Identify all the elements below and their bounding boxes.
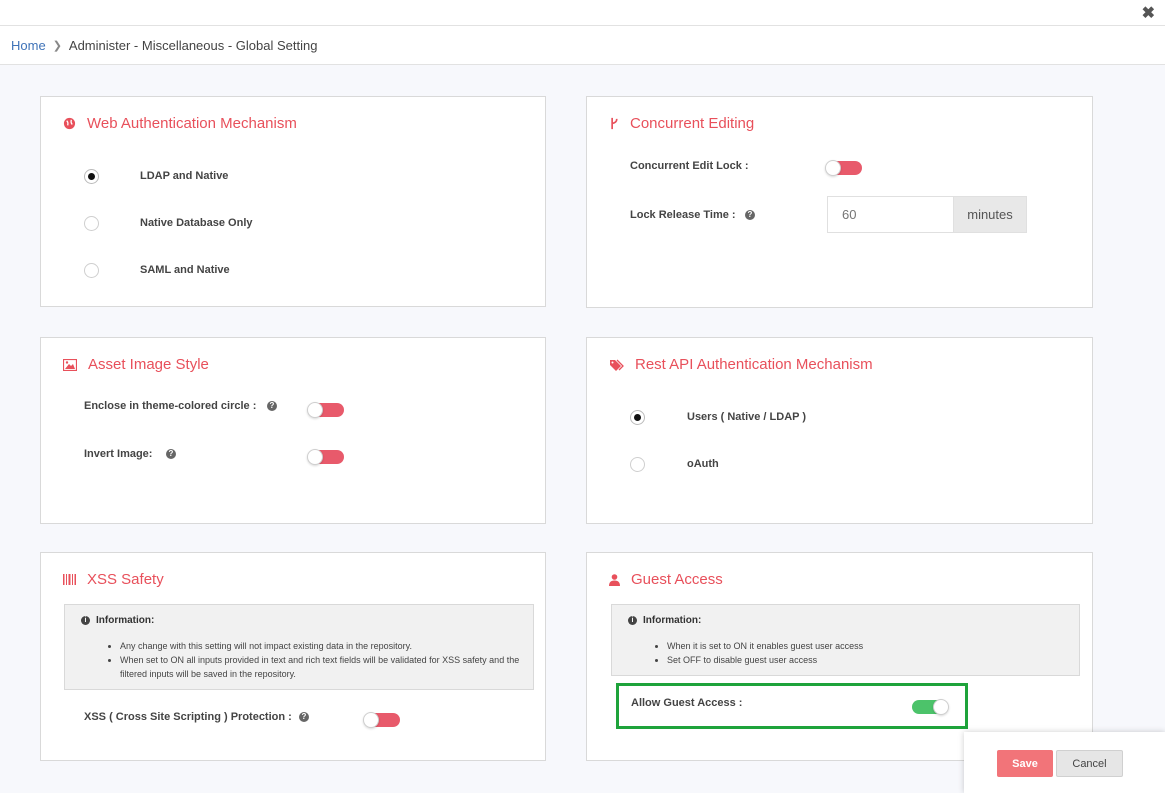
radio-native-database[interactable] [84, 216, 99, 231]
chevron-right-icon: ❯ [52, 39, 62, 52]
toggle-knob [825, 160, 841, 176]
radio-ldap-native[interactable] [84, 169, 99, 184]
guest-access-title: Guest Access [609, 571, 723, 588]
xss-info-box: i Information: Any change with this sett… [64, 604, 534, 690]
highlight-box [616, 683, 968, 729]
lock-release-label: Lock Release Time : [630, 209, 736, 221]
barcode-icon [63, 574, 76, 585]
concurrent-editing-title: Concurrent Editing [609, 115, 754, 132]
option-label-ldap-native: LDAP and Native [140, 170, 229, 182]
web-auth-title-text: Web Authentication Mechanism [87, 115, 297, 132]
globe-icon [63, 117, 76, 130]
breadcrumb: Home ❯ Administer - Miscellaneous - Glob… [0, 26, 1165, 65]
concurrent-editing-panel: Concurrent Editing Concurrent Edit Lock … [586, 96, 1093, 308]
list-item: When set to ON all inputs provided in te… [120, 653, 520, 681]
web-auth-title: Web Authentication Mechanism [63, 115, 297, 132]
option-label-saml-native: SAML and Native [140, 264, 230, 276]
toggle-knob [363, 712, 379, 728]
option-label-native-database: Native Database Only [140, 217, 253, 229]
asset-image-title-text: Asset Image Style [88, 356, 209, 373]
action-bar: Save Cancel [964, 732, 1165, 793]
branch-icon [611, 117, 618, 130]
rest-api-title: Rest API Authentication Mechanism [609, 356, 873, 373]
concurrent-lock-toggle[interactable] [825, 160, 862, 176]
xss-protection-toggle[interactable] [363, 712, 400, 728]
xss-safety-title: XSS Safety [63, 571, 164, 588]
tags-icon [610, 359, 624, 371]
cancel-button[interactable]: Cancel [1056, 750, 1123, 777]
guest-info-title: Information: [643, 615, 702, 626]
help-icon[interactable]: ? [299, 712, 309, 722]
help-icon[interactable]: ? [745, 210, 755, 220]
xss-safety-title-text: XSS Safety [87, 571, 164, 588]
xss-safety-panel: XSS Safety i Information: Any change wit… [40, 552, 546, 761]
help-icon[interactable]: ? [166, 449, 176, 459]
toggle-knob [307, 449, 323, 465]
rest-api-title-text: Rest API Authentication Mechanism [635, 356, 873, 373]
info-icon: i [81, 616, 90, 625]
guest-info-heading: i Information: [628, 615, 701, 626]
lock-release-unit: minutes [953, 196, 1027, 233]
guest-access-title-text: Guest Access [631, 571, 723, 588]
concurrent-editing-title-text: Concurrent Editing [630, 115, 755, 132]
asset-image-panel: Asset Image Style Enclose in theme-color… [40, 337, 546, 524]
xss-info-list: Any change with this setting will not im… [120, 639, 520, 681]
radio-oauth[interactable] [630, 457, 645, 472]
invert-image-label: Invert Image: [84, 448, 153, 460]
help-icon[interactable]: ? [267, 401, 277, 411]
radio-saml-native[interactable] [84, 263, 99, 278]
guest-access-panel: Guest Access i Information: When it is s… [586, 552, 1093, 761]
save-button[interactable]: Save [997, 750, 1053, 777]
rest-api-panel: Rest API Authentication Mechanism Users … [586, 337, 1093, 524]
xss-protection-label: XSS ( Cross Site Scripting ) Protection … [84, 711, 292, 723]
option-label-users-native-ldap: Users ( Native / LDAP ) [687, 411, 807, 423]
concurrent-lock-label: Concurrent Edit Lock : [630, 160, 749, 172]
list-item: Set OFF to disable guest user access [667, 653, 1067, 667]
xss-info-title: Information: [96, 615, 155, 626]
toggle-knob [307, 402, 323, 418]
radio-users-native-ldap[interactable] [630, 410, 645, 425]
xss-info-heading: i Information: [81, 615, 154, 626]
close-icon[interactable]: ✖ [1142, 3, 1155, 23]
enclose-circle-label: Enclose in theme-colored circle : [84, 400, 257, 412]
invert-image-toggle[interactable] [307, 449, 344, 465]
guest-info-list: When it is set to ON it enables guest us… [667, 639, 1067, 667]
list-item: When it is set to ON it enables guest us… [667, 639, 1067, 653]
breadcrumb-current: Administer - Miscellaneous - Global Sett… [68, 37, 318, 53]
guest-info-box: i Information: When it is set to ON it e… [611, 604, 1080, 676]
option-label-oauth: oAuth [687, 458, 719, 470]
info-icon: i [628, 616, 637, 625]
asset-image-title: Asset Image Style [63, 356, 209, 373]
image-icon [63, 358, 77, 371]
enclose-circle-toggle[interactable] [307, 402, 344, 418]
list-item: Any change with this setting will not im… [120, 639, 520, 653]
web-auth-panel: Web Authentication Mechanism LDAP and Na… [40, 96, 546, 307]
breadcrumb-home-link[interactable]: Home [11, 38, 46, 53]
user-icon [609, 573, 620, 586]
lock-release-input[interactable] [827, 196, 954, 233]
top-bar: ✖ [0, 0, 1165, 26]
